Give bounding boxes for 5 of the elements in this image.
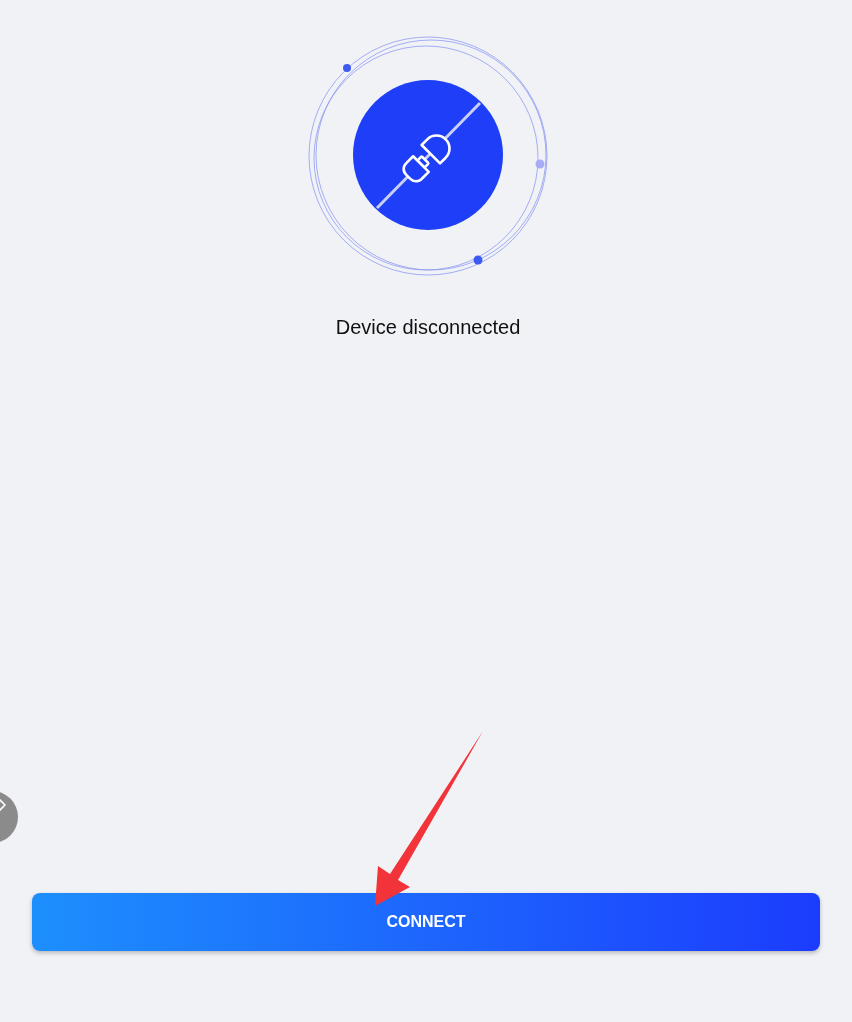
orbit-dot-icon bbox=[473, 255, 483, 265]
status-text: Device disconnected bbox=[335, 315, 521, 339]
connect-button[interactable]: CONNECT bbox=[32, 893, 820, 951]
orbit-dot-icon bbox=[343, 64, 351, 72]
orbit-dot-icon bbox=[535, 159, 545, 169]
